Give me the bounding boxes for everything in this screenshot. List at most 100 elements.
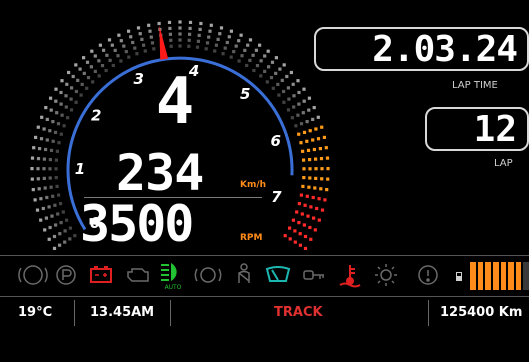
gauge-tick-dot bbox=[108, 58, 112, 62]
gauge-tick-dot bbox=[302, 130, 307, 134]
battery-icon bbox=[90, 266, 112, 283]
gauge-tick-dot bbox=[97, 59, 101, 63]
drive-mode-readout: TRACK bbox=[274, 305, 323, 320]
lap-time-value: 2.03.24 bbox=[372, 29, 518, 70]
gauge-tick-dot bbox=[168, 26, 172, 30]
gauge-tick-dot bbox=[178, 38, 182, 42]
gauge-tick-dot bbox=[90, 49, 94, 53]
gauge-tick-dot bbox=[143, 49, 147, 53]
gauge-tick-dot bbox=[320, 177, 324, 181]
gauge-tick-dot bbox=[74, 89, 78, 94]
gauge-tick-dot bbox=[119, 59, 123, 63]
rpm-unit: RPM bbox=[240, 233, 263, 243]
gauge-tick-dot bbox=[136, 26, 141, 30]
gauge-tick-dot bbox=[300, 212, 304, 216]
gauge-tick-dot bbox=[82, 71, 86, 75]
gauge-tick-dot bbox=[254, 48, 258, 52]
gauge-tick-dot bbox=[311, 117, 315, 121]
gauge-tick-dot bbox=[315, 206, 319, 211]
gauge-tick-dot bbox=[69, 108, 74, 112]
gauge-tick-dot bbox=[292, 105, 296, 109]
gauge-tick-dot bbox=[276, 82, 280, 86]
gauge-tick-dot bbox=[199, 21, 203, 26]
abs-icon bbox=[18, 265, 48, 285]
gauge-tick-dot bbox=[37, 187, 41, 191]
gauge-tick-dot bbox=[318, 147, 322, 151]
gauge-tick-dot bbox=[51, 139, 55, 143]
gauge-tick-dot bbox=[71, 74, 75, 79]
gauge-tick-dot bbox=[54, 167, 58, 171]
gauge-tick-dot bbox=[61, 210, 65, 214]
lap-count-value: 12 bbox=[473, 109, 517, 150]
status-separator bbox=[74, 300, 75, 326]
gauge-tick-dot bbox=[66, 116, 70, 120]
gauge-tick-dot bbox=[263, 69, 267, 73]
parking-brake-icon bbox=[56, 265, 76, 285]
gauge-tick-dot bbox=[308, 129, 312, 133]
icon-strip-bottom-rule bbox=[0, 296, 529, 297]
gauge-tick-dot bbox=[56, 212, 60, 216]
gauge-tick-dot bbox=[168, 32, 172, 36]
gauge-tick-dot bbox=[148, 29, 152, 33]
gauge-tick-dot bbox=[314, 167, 318, 171]
gauge-tick-dot bbox=[287, 97, 291, 101]
gauge-tick-dot bbox=[36, 167, 40, 171]
gauge-tick-dot bbox=[188, 26, 192, 30]
gauge-tick-dot bbox=[64, 105, 68, 109]
gauge-tick-dot bbox=[53, 203, 57, 207]
gauge-tick-dot bbox=[216, 37, 220, 41]
rpm-needle bbox=[159, 25, 169, 60]
gauge-tick-dot bbox=[63, 240, 67, 244]
gauge-tick-dot bbox=[36, 157, 41, 161]
rpm-tick-label: 1 bbox=[75, 160, 85, 178]
gauge-tick-dot bbox=[270, 60, 275, 64]
gauge-tick-dot bbox=[314, 127, 318, 131]
fuel-level-segment bbox=[500, 262, 507, 290]
gauge-tick-dot bbox=[89, 65, 93, 69]
coolant-temp-icon bbox=[339, 265, 361, 288]
brake-warning-icon bbox=[194, 267, 222, 283]
gauge-tick-dot bbox=[278, 67, 282, 71]
gauge-tick-dot bbox=[45, 117, 49, 121]
gauge-tick-dot bbox=[63, 229, 67, 233]
gauge-tick-dot bbox=[60, 113, 64, 117]
gauge-tick-dot bbox=[301, 111, 305, 115]
auto-headlight-icon: AUTO bbox=[161, 263, 182, 291]
gauge-tick-dot bbox=[48, 225, 52, 230]
gauge-tick-dot bbox=[51, 120, 55, 124]
gauge-tick-dot bbox=[259, 74, 263, 78]
gauge-tick-dot bbox=[30, 156, 35, 160]
gauge-tick-dot bbox=[91, 80, 95, 84]
gauge-tick-dot bbox=[258, 43, 262, 47]
gauge-tick-dot bbox=[291, 82, 295, 86]
gauge-tick-dot bbox=[269, 76, 274, 80]
gauge-tick-dot bbox=[299, 141, 303, 145]
gauge-tick-dot bbox=[124, 50, 128, 54]
gauge-tick-dot bbox=[122, 44, 126, 48]
exterior-light-icon bbox=[375, 264, 397, 286]
gauge-tick-dot bbox=[49, 96, 53, 100]
gauge-tick-dot bbox=[167, 20, 172, 24]
gauge-tick-dot bbox=[297, 132, 301, 136]
gauge-tick-dot bbox=[50, 214, 54, 218]
rpm-value: 3500 bbox=[80, 195, 194, 253]
gauge-tick-dot bbox=[204, 47, 208, 51]
gauge-tick-dot bbox=[43, 186, 47, 190]
gauge-tick-dot bbox=[78, 67, 82, 71]
gauge-tick-dot bbox=[59, 102, 63, 106]
gauge-tick-dot bbox=[59, 202, 63, 206]
gauge-tick-dot bbox=[157, 21, 161, 26]
gauge-tick-dot bbox=[70, 86, 74, 90]
key-icon bbox=[303, 270, 324, 280]
gauge-tick-dot bbox=[41, 206, 45, 211]
gauge-tick-dot bbox=[169, 38, 173, 42]
gauge-tick-dot bbox=[188, 20, 193, 24]
gauge-tick-dot bbox=[59, 90, 63, 95]
gauge-tick-dot bbox=[39, 218, 43, 222]
gauge-tick-dot bbox=[305, 120, 309, 124]
gauge-tick-dot bbox=[320, 208, 325, 212]
gauge-tick-dot bbox=[152, 47, 156, 51]
gauge-tick-dot bbox=[54, 223, 58, 227]
gauge-tick-dot bbox=[307, 96, 311, 100]
gauge-tick-dot bbox=[187, 44, 191, 48]
